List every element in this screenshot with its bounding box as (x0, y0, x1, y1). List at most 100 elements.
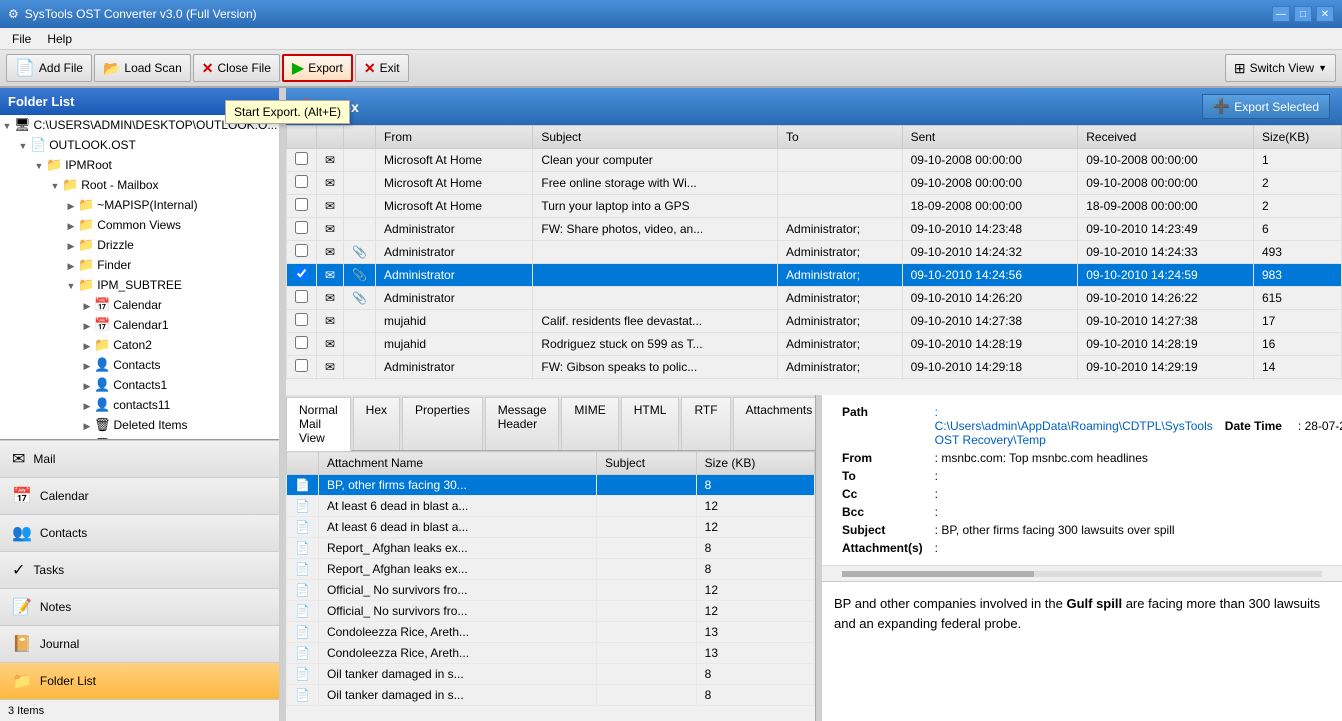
switch-view-button[interactable]: ⊞ Switch View ▼ (1225, 54, 1336, 82)
email-checkbox[interactable] (295, 198, 308, 211)
tree-toggle[interactable] (80, 378, 94, 392)
tree-toggle[interactable] (0, 118, 14, 132)
row-checkbox[interactable] (287, 218, 317, 241)
exit-button[interactable]: ✕ Exit (355, 54, 409, 82)
table-row[interactable]: ✉ Microsoft At Home Turn your laptop int… (287, 195, 1342, 218)
attachment-row[interactable]: 📄 At least 6 dead in blast a... 12 (287, 496, 815, 517)
menu-help[interactable]: Help (39, 30, 80, 48)
attachment-row[interactable]: 📄 Oil tanker damaged in s... 8 (287, 664, 815, 685)
nav-item-folderlist[interactable]: 📁Folder List (0, 662, 279, 699)
row-checkbox[interactable] (287, 333, 317, 356)
email-checkbox[interactable] (295, 359, 308, 372)
folder-tree-item-contacts[interactable]: 👤Contacts (0, 355, 279, 375)
tree-toggle[interactable] (64, 218, 78, 232)
view-tab-attachments[interactable]: Attachments (733, 397, 816, 450)
attachment-table-container[interactable]: Attachment Name Subject Size (KB) 📄 BP, … (286, 451, 815, 721)
attachment-row[interactable]: 📄 Official_ No survivors fro... 12 (287, 580, 815, 601)
export-button[interactable]: ▶ Export (282, 54, 353, 82)
view-tab-properties[interactable]: Properties (402, 397, 483, 450)
row-checkbox[interactable] (287, 149, 317, 172)
attachment-row[interactable]: 📄 Official_ No survivors fro... 12 (287, 601, 815, 622)
table-row[interactable]: ✉ 📎 Administrator Administrator; 09-10-2… (287, 241, 1342, 264)
col-subject[interactable]: Subject (533, 126, 778, 149)
table-row[interactable]: ✉ 📎 Administrator Administrator; 09-10-2… (287, 287, 1342, 310)
table-row[interactable]: ✉ Microsoft At Home Free online storage … (287, 172, 1342, 195)
folder-tree-item-mapinsp[interactable]: 📁~MAPISP(Internal) (0, 195, 279, 215)
folder-tree-item-mailbox[interactable]: 📁Root - Mailbox (0, 175, 279, 195)
view-tab-rtf[interactable]: RTF (681, 397, 730, 450)
email-checkbox[interactable] (295, 175, 308, 188)
attachment-row[interactable]: 📄 Oil tanker damaged in s... 8 (287, 685, 815, 706)
view-tab-normal-mail-view[interactable]: Normal Mail View (286, 397, 351, 451)
attachment-row[interactable]: 📄 At least 6 dead in blast a... 12 (287, 517, 815, 538)
col-sent[interactable]: Sent (902, 126, 1078, 149)
folder-tree-item-calendar1[interactable]: 📅Calendar1 (0, 315, 279, 335)
tree-toggle[interactable] (64, 258, 78, 272)
nav-item-tasks[interactable]: ✓Tasks (0, 551, 279, 588)
folder-tree-item-drizzle[interactable]: 📁Drizzle (0, 235, 279, 255)
col-size[interactable]: Size(KB) (1253, 126, 1341, 149)
nav-item-journal[interactable]: 📔Journal (0, 625, 279, 662)
folder-tree[interactable]: 🖥C:\USERS\ADMIN\DESKTOP\OUTLOOK.O...📄OUT… (0, 115, 279, 439)
close-button[interactable]: ✕ (1316, 6, 1334, 22)
row-checkbox[interactable] (287, 379, 317, 381)
tree-toggle[interactable] (64, 278, 78, 292)
col-received[interactable]: Received (1078, 126, 1254, 149)
folder-tree-item-contacts11[interactable]: 👤contacts11 (0, 395, 279, 415)
att-col-name[interactable]: Attachment Name (318, 452, 596, 475)
add-file-button[interactable]: 📄 Add File (6, 54, 92, 82)
export-selected-button[interactable]: ➕ Export Selected (1202, 94, 1330, 119)
folder-tree-item-commonviews[interactable]: 📁Common Views (0, 215, 279, 235)
att-col-size[interactable]: Size (KB) (696, 452, 814, 475)
col-checkbox[interactable] (287, 126, 317, 149)
attachment-row[interactable]: 📄 Report_ Afghan leaks ex... 8 (287, 538, 815, 559)
email-checkbox[interactable] (295, 221, 308, 234)
folder-tree-item-calendar[interactable]: 📅Calendar (0, 295, 279, 315)
tree-toggle[interactable] (80, 318, 94, 332)
attachment-row[interactable]: 📄 Condoleezza Rice, Areth... 13 (287, 622, 815, 643)
table-row[interactable]: ✉ mujahid Rodriguez stuck on 599 as T...… (287, 333, 1342, 356)
col-from[interactable]: From (376, 126, 533, 149)
folder-tree-item-ipmroot[interactable]: 📁IPMRoot (0, 155, 279, 175)
menu-file[interactable]: File (4, 30, 39, 48)
att-col-subject[interactable]: Subject (597, 452, 697, 475)
nav-item-notes[interactable]: 📝Notes (0, 588, 279, 625)
preview-scrollbar[interactable] (822, 566, 1342, 582)
folder-tree-item-finder[interactable]: 📁Finder (0, 255, 279, 275)
row-checkbox[interactable] (287, 264, 317, 287)
tree-toggle[interactable] (64, 198, 78, 212)
nav-item-mail[interactable]: ✉Mail (0, 440, 279, 477)
row-checkbox[interactable] (287, 356, 317, 379)
email-checkbox[interactable] (295, 244, 308, 257)
view-tab-hex[interactable]: Hex (353, 397, 400, 450)
folder-tree-item-caton2[interactable]: 📁Caton2 (0, 335, 279, 355)
view-tab-mime[interactable]: MIME (561, 397, 618, 450)
table-row[interactable]: ✉ 📎 Administrator Administrator; 09-10-2… (287, 264, 1342, 287)
tree-toggle[interactable] (48, 178, 62, 192)
minimize-button[interactable]: — (1272, 6, 1290, 22)
maximize-button[interactable]: □ (1294, 6, 1312, 22)
row-checkbox[interactable] (287, 195, 317, 218)
table-row[interactable]: ✉ 📎 test-anup BP, other firms facing 300… (287, 379, 1342, 381)
attachment-row[interactable]: 📄 Condoleezza Rice, Areth... 13 (287, 643, 815, 664)
email-checkbox[interactable] (295, 313, 308, 326)
folder-tree-item-contacts1[interactable]: 👤Contacts1 (0, 375, 279, 395)
folder-tree-item-ost[interactable]: 📄OUTLOOK.OST (0, 135, 279, 155)
email-checkbox[interactable] (295, 267, 308, 280)
nav-item-contacts[interactable]: 👥Contacts (0, 514, 279, 551)
tree-toggle[interactable] (16, 138, 30, 152)
tree-toggle[interactable] (64, 238, 78, 252)
tree-toggle[interactable] (80, 398, 94, 412)
view-tab-html[interactable]: HTML (621, 397, 680, 450)
email-checkbox[interactable] (295, 290, 308, 303)
folder-tree-item-deleteditems[interactable]: 🗑Deleted Items (0, 415, 279, 435)
tree-toggle[interactable] (80, 298, 94, 312)
view-tab-message-header[interactable]: Message Header (485, 397, 560, 450)
row-checkbox[interactable] (287, 310, 317, 333)
tree-toggle[interactable] (80, 418, 94, 432)
col-to[interactable]: To (778, 126, 903, 149)
tree-toggle[interactable] (32, 158, 46, 172)
row-checkbox[interactable] (287, 287, 317, 310)
nav-item-calendar[interactable]: 📅Calendar (0, 477, 279, 514)
folder-tree-item-ipmsubtree[interactable]: 📁IPM_SUBTREE (0, 275, 279, 295)
